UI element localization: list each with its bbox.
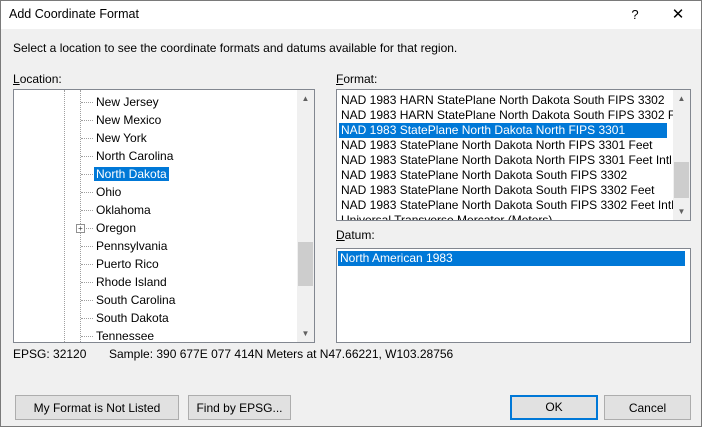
scroll-up-icon[interactable]: ▲ <box>297 90 314 107</box>
scroll-down-icon[interactable]: ▼ <box>673 203 690 220</box>
tree-item-label: Pennsylvania <box>96 239 168 253</box>
tree-item-label: South Dakota <box>96 311 169 325</box>
add-coordinate-format-dialog: Add Coordinate Format ? ✕ Select a locat… <box>0 0 702 427</box>
location-tree[interactable]: New Jersey New Mexico New York North Caroli… <box>13 89 315 343</box>
scrollbar-thumb[interactable] <box>298 242 313 286</box>
format-list-item[interactable]: NAD 1983 StatePlane North Dakota South F… <box>339 168 667 183</box>
format-list-item[interactable]: Universal Transverse Mercator (Meters) <box>339 213 667 220</box>
format-list-item[interactable]: NAD 1983 StatePlane North Dakota South F… <box>339 198 674 213</box>
format-list-item[interactable]: NAD 1983 HARN StatePlane North Dakota So… <box>339 93 667 108</box>
epsg-code: EPSG: 32120 <box>13 347 87 361</box>
tree-item[interactable]: North Dakota <box>94 165 169 183</box>
tree-item[interactable]: Oklahoma <box>94 201 153 219</box>
close-icon[interactable]: ✕ <box>655 1 701 29</box>
scroll-down-icon[interactable]: ▼ <box>297 325 314 342</box>
ok-button[interactable]: OK <box>510 395 598 420</box>
expand-icon[interactable]: + <box>76 224 85 233</box>
tree-item[interactable]: South Carolina <box>94 291 177 309</box>
sample-coordinate: Sample: 390 677E 077 414N Meters at N47.… <box>109 347 454 361</box>
tree-item[interactable]: Tennessee <box>94 327 156 343</box>
tree-item[interactable]: New Mexico <box>94 111 163 129</box>
tree-item[interactable]: Oregon <box>94 219 138 237</box>
scroll-up-icon[interactable]: ▲ <box>673 90 690 107</box>
datum-label: Datum: <box>336 228 375 242</box>
location-label: Location: <box>13 72 62 86</box>
tree-item-label: Rhode Island <box>96 275 167 289</box>
format-list-item[interactable]: NAD 1983 StatePlane North Dakota North F… <box>339 153 672 168</box>
format-list[interactable]: NAD 1983 HARN StatePlane North Dakota So… <box>336 89 691 221</box>
datum-list[interactable]: North American 1983 <box>336 248 691 343</box>
title-bar: Add Coordinate Format ? ✕ <box>1 1 701 29</box>
format-list-item[interactable]: NAD 1983 StatePlane North Dakota North F… <box>339 123 667 138</box>
tree-item-label: Oklahoma <box>96 203 151 217</box>
format-list-item[interactable]: NAD 1983 StatePlane North Dakota South F… <box>339 183 667 198</box>
my-format-not-listed-button[interactable]: My Format is Not Listed <box>15 395 179 420</box>
format-list-item[interactable]: NAD 1983 HARN StatePlane North Dakota So… <box>339 108 690 123</box>
tree-item-label: Puerto Rico <box>96 257 159 271</box>
location-scrollbar[interactable]: ▲ ▼ <box>297 90 314 342</box>
tree-item-label: North Carolina <box>96 149 174 163</box>
tree-item[interactable]: North Carolina <box>94 147 175 165</box>
tree-item-label: Oregon <box>96 221 137 235</box>
tree-item-label: North Dakota <box>94 167 169 181</box>
tree-item-label: New York <box>96 131 147 145</box>
tree-item-label: Tennessee <box>96 329 155 343</box>
format-label: Format: <box>336 72 378 86</box>
tree-item-label: New Jersey <box>96 95 159 109</box>
tree-item[interactable]: New Jersey <box>94 93 161 111</box>
help-icon[interactable]: ? <box>615 1 655 29</box>
datum-list-item[interactable]: North American 1983 <box>338 251 685 266</box>
tree-item[interactable]: Pennsylvania <box>94 237 169 255</box>
tree-item[interactable]: New York <box>94 129 149 147</box>
tree-item[interactable]: South Dakota <box>94 309 171 327</box>
find-by-epsg-button[interactable]: Find by EPSG... <box>188 395 291 420</box>
tree-item-label: New Mexico <box>96 113 162 127</box>
tree-item[interactable]: Ohio <box>94 183 123 201</box>
instruction-text: Select a location to see the coordinate … <box>13 41 458 55</box>
tree-item-label: Ohio <box>96 185 122 199</box>
format-scrollbar[interactable]: ▲ ▼ <box>673 90 690 220</box>
cancel-button[interactable]: Cancel <box>604 395 691 420</box>
tree-item[interactable]: Puerto Rico <box>94 255 161 273</box>
scrollbar-thumb[interactable] <box>674 162 689 198</box>
format-list-item[interactable]: NAD 1983 StatePlane North Dakota North F… <box>339 138 667 153</box>
tree-item[interactable]: Rhode Island <box>94 273 169 291</box>
tree-item-label: South Carolina <box>96 293 176 307</box>
window-title: Add Coordinate Format <box>9 7 139 21</box>
